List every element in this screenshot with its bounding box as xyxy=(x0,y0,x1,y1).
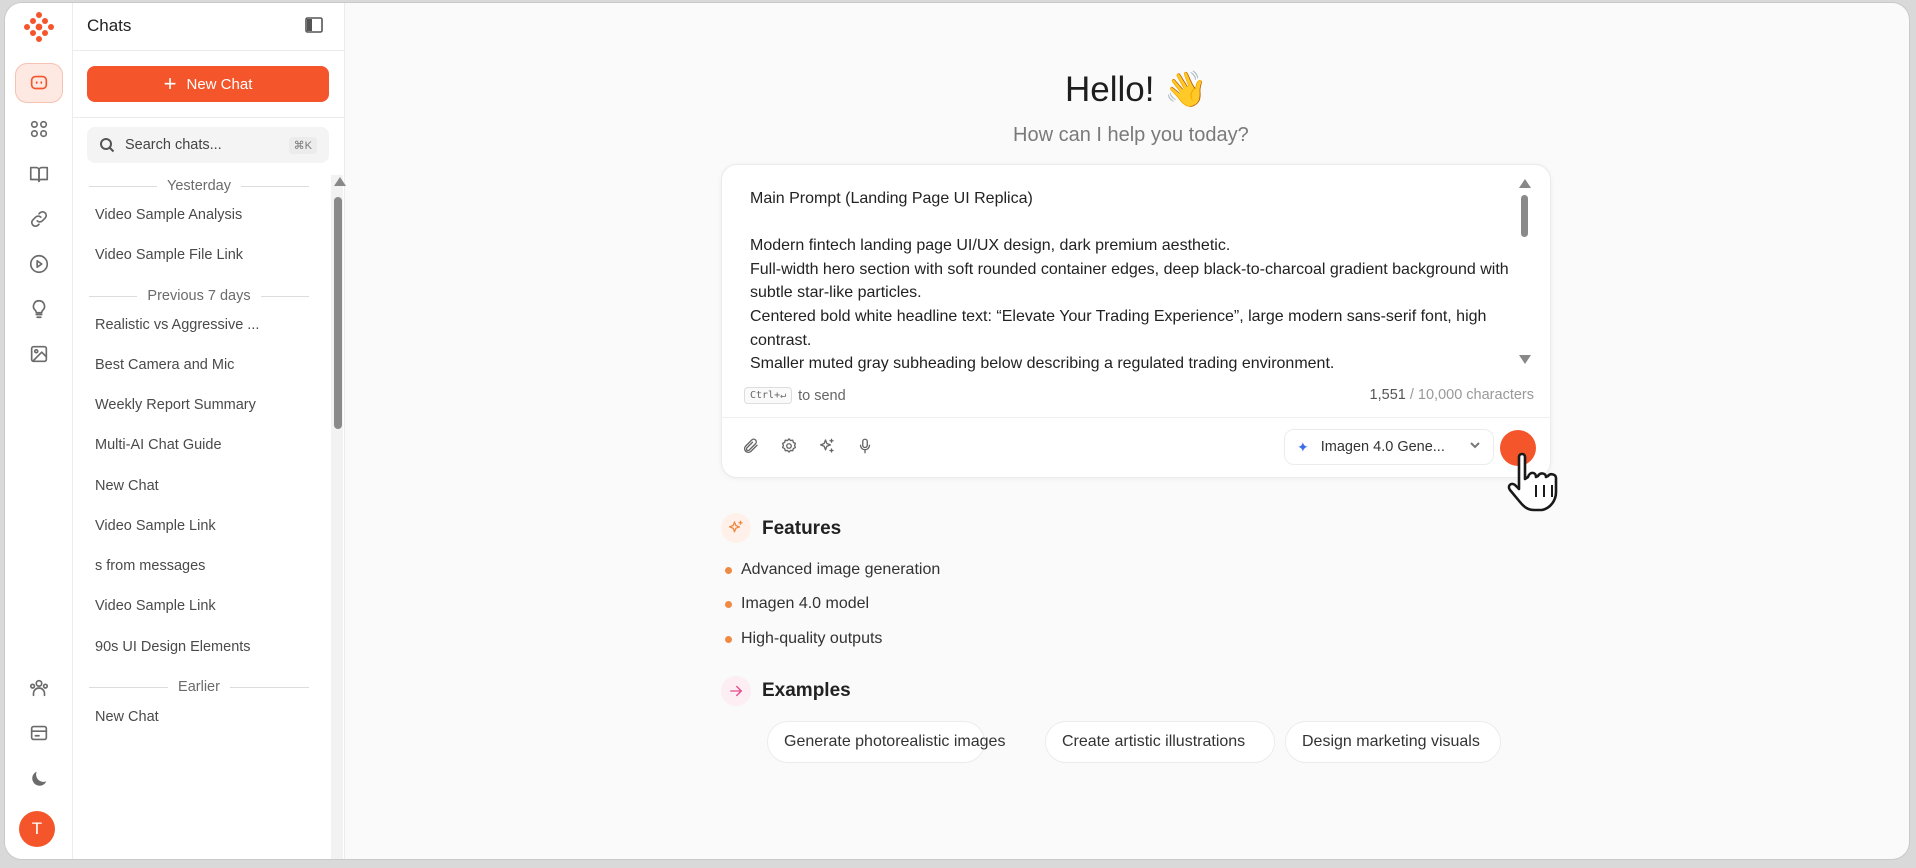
chat-item[interactable]: 90s UI Design Elements xyxy=(95,639,275,655)
billing-nav-button[interactable] xyxy=(15,713,63,753)
sidebar-divider xyxy=(73,117,344,118)
character-counter: 1,551 / 10,000 characters xyxy=(1370,387,1534,403)
feature-item: Imagen 4.0 model xyxy=(725,595,869,613)
chevron-down-icon xyxy=(1469,439,1481,455)
scrollbar-thumb[interactable] xyxy=(1521,195,1528,237)
features-sparkle-icon xyxy=(721,513,751,543)
search-icon xyxy=(100,138,115,153)
user-avatar[interactable]: T xyxy=(19,811,55,847)
play-circle-icon xyxy=(29,254,49,274)
send-hint: Ctrl+↵ to send xyxy=(744,387,846,404)
sidebar-title: Chats xyxy=(87,16,132,35)
book-icon xyxy=(29,166,49,183)
chat-item[interactable]: Best Camera and Mic xyxy=(95,357,275,373)
chat-item[interactable]: Video Sample Link xyxy=(95,518,275,534)
search-chats-box[interactable]: ⌘K xyxy=(87,127,329,163)
examples-heading: Examples xyxy=(762,680,851,701)
example-chip[interactable]: Create artistic illustrations xyxy=(1045,721,1275,763)
example-chip[interactable]: Design marketing visuals xyxy=(1285,721,1501,763)
chat-bot-icon xyxy=(30,75,48,90)
chat-item[interactable]: Weekly Report Summary xyxy=(95,397,275,413)
new-chat-label: New Chat xyxy=(186,75,253,93)
character-count: 1,551 xyxy=(1369,387,1406,403)
scroll-up-arrow-icon[interactable] xyxy=(1519,179,1531,188)
icon-rail: T xyxy=(5,3,73,859)
gear-icon xyxy=(781,438,797,453)
microphone-icon xyxy=(859,438,871,454)
chat-history-list: Yesterday Video Sample Analysis Video Sa… xyxy=(73,175,329,859)
chat-item[interactable]: Realistic vs Aggressive ... xyxy=(95,317,275,333)
search-chats-input[interactable] xyxy=(125,137,275,153)
search-shortcut-badge: ⌘K xyxy=(288,136,317,154)
paperclip-icon xyxy=(744,438,758,453)
theme-toggle-button[interactable] xyxy=(15,759,63,799)
app-window: T Chats + New Chat ⌘K Yesterday Video Sa… xyxy=(4,2,1910,860)
apps-grid-icon xyxy=(30,120,48,138)
send-shortcut-key: Ctrl+↵ xyxy=(744,387,793,404)
apps-nav-button[interactable] xyxy=(15,109,63,149)
scrollbar-thumb[interactable] xyxy=(334,197,342,429)
features-heading: Features xyxy=(762,518,842,539)
chat-item[interactable]: Video Sample File Link xyxy=(95,247,275,263)
chat-item[interactable]: New Chat xyxy=(95,478,275,494)
greeting-heading: Hello! 👋 xyxy=(1065,70,1208,109)
lightbulb-icon xyxy=(32,299,46,319)
composer-divider xyxy=(722,417,1550,418)
group-label-yesterday: Yesterday xyxy=(89,178,309,194)
example-chip[interactable]: Generate photorealistic images xyxy=(767,721,1005,763)
chat-item[interactable]: s from messages xyxy=(95,558,275,574)
model-selector[interactable]: ✦ Imagen 4.0 Gene... xyxy=(1284,429,1494,465)
group-label-earlier: Earlier xyxy=(89,679,309,695)
image-icon xyxy=(30,345,48,363)
send-hint-text: to send xyxy=(798,387,846,404)
chat-item[interactable]: Video Sample Link xyxy=(95,598,275,614)
chat-item[interactable]: Video Sample Analysis xyxy=(95,207,275,223)
chat-item[interactable]: New Chat xyxy=(95,709,275,725)
new-chat-button[interactable]: + New Chat xyxy=(87,66,329,102)
video-nav-button[interactable] xyxy=(15,244,63,284)
model-selector-label: Imagen 4.0 Gene... xyxy=(1320,439,1445,455)
plus-icon: + xyxy=(163,71,177,96)
sparkles-icon xyxy=(819,438,834,453)
examples-arrow-icon xyxy=(721,676,751,706)
character-limit: / 10,000 characters xyxy=(1409,387,1534,403)
feature-item: Advanced image generation xyxy=(725,561,940,579)
moon-icon xyxy=(32,771,47,786)
community-nav-button[interactable] xyxy=(15,668,63,708)
chat-list-scrollbar[interactable] xyxy=(331,175,346,859)
chat-item[interactable]: Multi-AI Chat Guide xyxy=(95,437,275,453)
settings-button[interactable] xyxy=(778,435,800,457)
chats-sidebar: Chats + New Chat ⌘K Yesterday Video Samp… xyxy=(73,3,346,859)
sidebar-header: Chats xyxy=(73,3,344,51)
link-icon xyxy=(30,210,48,228)
prompt-textarea[interactable]: Main Prompt (Landing Page UI Replica) Mo… xyxy=(750,187,1510,373)
prompt-scrollbar[interactable] xyxy=(1518,177,1532,367)
prompt-composer: Main Prompt (Landing Page UI Replica) Mo… xyxy=(721,164,1551,478)
feature-item: High-quality outputs xyxy=(725,630,882,648)
users-icon xyxy=(29,679,49,697)
greeting-subtitle: How can I help you today? xyxy=(1013,124,1249,146)
enhance-prompt-button[interactable] xyxy=(816,435,838,457)
voice-input-button[interactable] xyxy=(854,435,876,457)
ideas-nav-button[interactable] xyxy=(15,289,63,329)
scroll-up-arrow-icon[interactable] xyxy=(334,177,346,186)
chat-nav-button[interactable] xyxy=(15,63,63,103)
app-logo-icon[interactable] xyxy=(22,10,56,44)
scroll-down-arrow-icon[interactable] xyxy=(1519,355,1531,364)
hand-cursor-icon xyxy=(1507,452,1558,512)
group-label-previous-7-days: Previous 7 days xyxy=(89,288,310,304)
gemini-sparkle-icon: ✦ xyxy=(1297,438,1309,455)
card-icon xyxy=(30,725,48,741)
library-nav-button[interactable] xyxy=(15,154,63,194)
links-nav-button[interactable] xyxy=(15,199,63,239)
attach-button[interactable] xyxy=(740,435,762,457)
sidebar-collapse-icon[interactable] xyxy=(305,17,323,33)
images-nav-button[interactable] xyxy=(15,334,63,374)
